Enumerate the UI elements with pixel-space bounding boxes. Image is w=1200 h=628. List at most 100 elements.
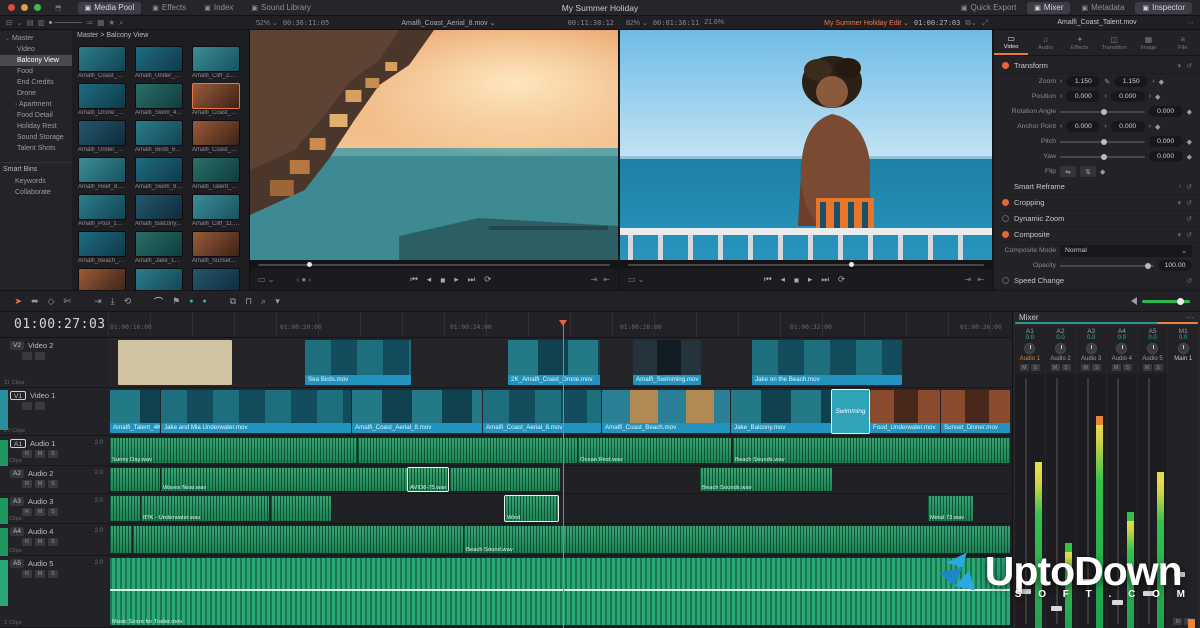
solo-button[interactable]: S [1031,364,1040,371]
flip-horizontal-button[interactable]: ⇋ [1060,166,1076,177]
param-slider[interactable] [1060,141,1145,143]
timeline-clip[interactable]: Amalfi_Swimming.mov [633,340,701,385]
titlebar-button-effects[interactable]: ▣Effects [145,2,193,14]
track-control-button[interactable]: S [48,570,58,578]
media-clip-thumbnail[interactable]: Amalfi_Pool_10.mov [78,194,126,227]
track-lane-a3[interactable]: 8TK - Underwater.wavWindMetal 73.wav [108,494,1012,523]
timeline-clip[interactable] [450,468,560,491]
titlebar-button-inspector[interactable]: ▣Inspector [1135,2,1192,14]
tl-jump-end-button[interactable]: ⏭ [821,274,829,285]
timeline-clip[interactable]: Sunset_Dinner.mov [941,390,1010,433]
timeline-clip[interactable]: Jake_Balcony.mov [731,390,831,433]
source-scrub-bar[interactable] [250,260,618,269]
strip-view-icon[interactable]: ▥ [38,18,45,27]
solo-button[interactable]: S [1092,364,1101,371]
position-lock-icon[interactable]: ⊓ [245,296,252,307]
overwrite-clip-icon[interactable]: ⤓ [111,296,115,307]
fader-handle[interactable] [1020,589,1031,594]
link-clips-icon[interactable]: ⧉ [230,296,236,307]
reset-icon[interactable]: ↺ [1186,199,1192,207]
reset-icon[interactable]: ↺ [1186,62,1192,70]
media-clip-thumbnail[interactable]: Amalfi_Cliff_2.mov [192,46,240,79]
keyframe-icon[interactable]: ◆ [1155,93,1160,101]
source-video-frame[interactable] [250,30,618,260]
titlebar-button-media-pool[interactable]: ▣Media Pool [78,2,142,14]
track-destination-toggle[interactable]: A2 [10,469,24,478]
track-header-a4[interactable]: A4Audio 42.0RMS2 Clips [0,524,108,555]
timeline-clip[interactable]: Beach Sounds.wav [733,438,1010,463]
media-clip-thumbnail[interactable]: Amalfi_Under_1.mov [135,46,183,79]
value-field-x[interactable]: 0.000 [1066,91,1100,102]
selection-tool-icon[interactable]: ➤ [15,296,23,307]
track-control-button[interactable]: S [48,480,58,488]
media-clip-thumbnail[interactable]: Amalfi_Under_5.mov [78,120,126,153]
sidebar-item-end-credits[interactable]: End Credits [0,77,72,88]
track-lane-a4[interactable]: Beach Sound.wav [108,524,1012,555]
track-destination-toggle[interactable]: V2 [10,341,24,350]
track-lane-a2[interactable]: Waves Near.wavAVID8-75.wavBeach Sounds.w… [108,466,1012,493]
timeline-clip[interactable] [110,468,160,491]
mute-button[interactable]: M [1051,364,1060,371]
mute-button[interactable]: M [1143,364,1152,371]
inspector-section-composite[interactable]: Composite▾↺ [994,227,1200,243]
titlebar-button-index[interactable]: ▣Index [197,2,240,14]
timeline-clip[interactable]: Amalfi_Coast_Aerial_8.mov [352,390,482,433]
track-header-a5[interactable]: A5Audio 52.0RMS2 Clips [0,556,108,627]
chevron-icon[interactable]: ▾ [1178,231,1182,239]
pan-knob[interactable] [1178,343,1189,354]
bin-list-toggle-icon[interactable]: ⊟ [6,18,12,27]
mixer-options-icon[interactable]: ⋯ [1186,313,1194,322]
track-header-a3[interactable]: A3Audio 32.0RMS5 Clips [0,494,108,523]
track-control-button[interactable]: M [35,538,45,546]
section-enable-toggle[interactable] [1002,199,1009,206]
track-control-button[interactable]: M [35,480,45,488]
speaker-icon[interactable] [1127,297,1137,305]
track-control-button[interactable]: R [22,480,32,488]
link-icon[interactable]: › [1104,123,1106,130]
stop-button[interactable]: ■ [440,275,445,285]
timeline-clip[interactable]: Wind [505,496,558,521]
workspace-icon[interactable]: ⬒ [55,4,62,12]
grid-view-icon[interactable]: ▦ [97,18,104,27]
tl-step-back-button[interactable]: ◂ [781,274,785,285]
track-control-button[interactable]: R [22,450,32,458]
track-control-button[interactable]: S [48,450,58,458]
value-field-y[interactable]: 1.150 [1114,76,1148,87]
media-clip-thumbnail[interactable]: Amalfi_Cliff_11.mov [192,194,240,227]
decrement-icon[interactable]: ‹ [1060,78,1062,85]
titlebar-button-metadata[interactable]: ▣Metadata [1074,2,1131,14]
timeline-viewer-scrub-bar[interactable] [620,260,992,269]
tab-image[interactable]: ▦Image [1131,30,1165,55]
media-clip-thumbnail[interactable]: Amalfi_Swim_9.mov [135,157,183,190]
marker-teal-1-icon[interactable]: ● [189,298,193,305]
mark-in-button[interactable]: ⇥ [591,275,598,284]
section-enable-toggle[interactable] [1002,215,1009,222]
timeline-clip[interactable] [110,496,140,521]
playhead-marker[interactable] [559,320,567,330]
value-field[interactable]: 0.000 [1149,151,1183,162]
sidebar-item-food-detail[interactable]: Food Detail [0,110,72,121]
titlebar-button-sound-library[interactable]: ▣Sound Library [244,2,317,14]
media-clip-thumbnail[interactable]: Amalfi_Pier_17.mov [192,268,240,290]
tab-transition[interactable]: ◫Transition [1097,30,1131,55]
timeline-clip[interactable]: Music Score for Trailer.mov [110,558,1010,625]
snapping-toggle-icon[interactable]: ⌒ [154,295,163,308]
pan-knob[interactable] [1055,343,1066,354]
param-slider[interactable] [1060,111,1145,113]
timeline-clip[interactable]: Jake and Mia Underwater.mov [161,390,351,433]
track-header-a1[interactable]: A1Audio 12.0RMS4 Clips [0,436,108,465]
smart-bin-item[interactable]: Keywords [0,176,72,187]
track-control-button[interactable]: R [22,570,32,578]
section-enable-toggle[interactable] [1002,62,1009,69]
search-icon[interactable]: ⌕ [119,18,123,28]
track-destination-toggle[interactable]: A5 [10,559,24,568]
flip-vertical-button[interactable]: ⇅ [1080,166,1096,177]
reset-icon[interactable]: ↺ [1186,277,1192,285]
timeline-clip[interactable] [358,438,577,463]
media-clip-thumbnail[interactable]: Amalfi_Beach_12.mov [78,231,126,264]
sidebar-item-apartment[interactable]: ›Apartment [0,99,72,110]
increment-icon[interactable]: › [1149,123,1151,130]
sidebar-item-master[interactable]: ⌄Master [0,33,72,44]
jog-wheel[interactable]: ‹ ● › [296,275,311,284]
track-destination-toggle[interactable]: A4 [10,527,24,536]
